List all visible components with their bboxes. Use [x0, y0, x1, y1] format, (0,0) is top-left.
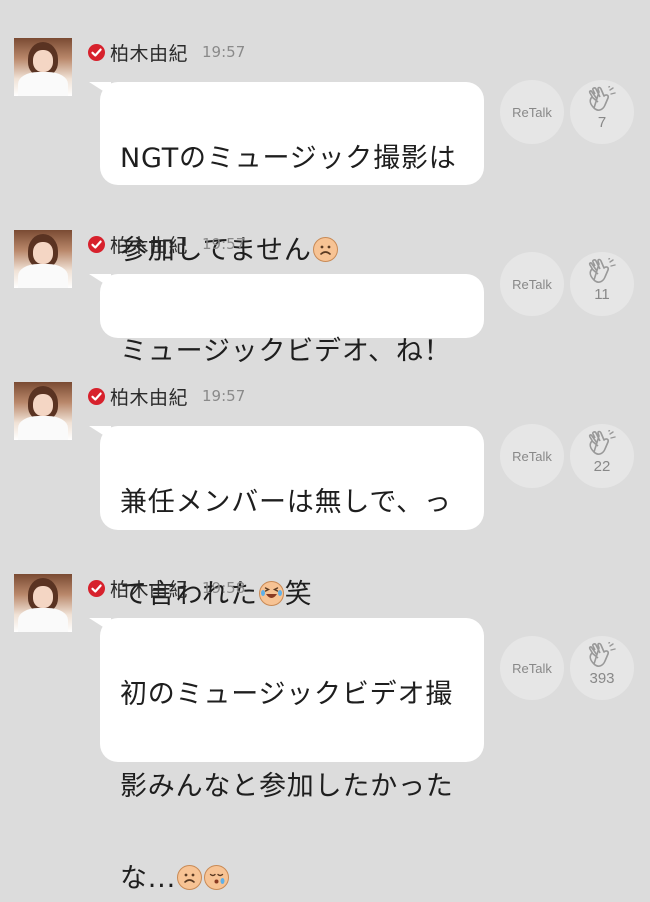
retalk-label: ReTalk [512, 448, 552, 464]
crying-face-icon [203, 865, 229, 890]
clap-button[interactable]: 11 [570, 252, 634, 316]
verified-check-icon [88, 43, 105, 61]
clap-button[interactable]: 22 [570, 424, 634, 488]
message-bubble: ミュージックビデオ、ね！ [89, 274, 484, 367]
clap-count: 7 [597, 114, 607, 131]
frowning-face-icon [312, 237, 338, 262]
clap-count: 393 [589, 670, 615, 687]
retalk-label: ReTalk [512, 104, 552, 120]
avatar[interactable] [14, 38, 72, 96]
verified-check-icon [88, 579, 105, 597]
message-text-line: 影みんなと参加したかった [120, 771, 454, 802]
frowning-face-icon [176, 865, 202, 890]
retalk-button[interactable]: ReTalk [500, 80, 564, 144]
message-header: 柏木由紀 19:57 [88, 231, 245, 257]
clap-icon [588, 430, 616, 455]
message-text-line: 笑 [284, 579, 313, 610]
retalk-button[interactable]: ReTalk [500, 636, 564, 700]
avatar[interactable] [14, 574, 72, 632]
clap-icon [588, 258, 616, 283]
message-bubble: 兼任メンバーは無しで、っ て言われた笑 [89, 426, 484, 610]
author-name: 柏木由紀 [110, 578, 189, 601]
timestamp: 19:57 [202, 43, 246, 61]
clap-button[interactable]: 393 [570, 636, 634, 700]
timestamp: 19:57 [202, 235, 246, 253]
clap-icon [588, 642, 616, 667]
message-header: 柏木由紀 19:58 [88, 575, 245, 601]
author-name: 柏木由紀 [110, 42, 189, 65]
retalk-button[interactable]: ReTalk [500, 252, 564, 316]
message-header: 柏木由紀 19:57 [88, 39, 245, 65]
timestamp: 19:58 [202, 579, 246, 597]
avatar[interactable] [14, 382, 72, 440]
message-header: 柏木由紀 19:57 [88, 383, 245, 409]
author-name: 柏木由紀 [110, 386, 189, 409]
retalk-label: ReTalk [512, 276, 552, 292]
verified-check-icon [88, 387, 105, 405]
message-bubble: NGTのミュージック撮影は 参加してません [89, 82, 484, 266]
clap-icon [588, 86, 616, 111]
retalk-label: ReTalk [512, 660, 552, 676]
message-text-line: な... [120, 863, 176, 894]
tears-of-joy-icon [258, 581, 284, 606]
message-bubble: 初のミュージックビデオ撮 影みんなと参加したかった な... [89, 618, 484, 894]
message-text-line: 初のミュージックビデオ撮 [120, 679, 454, 710]
clap-count: 22 [593, 458, 611, 475]
clap-button[interactable]: 7 [570, 80, 634, 144]
message-text-line: ミュージックビデオ、ね！ [120, 336, 452, 367]
clap-count: 11 [594, 286, 610, 303]
message-text-line: 兼任メンバーは無しで、っ [120, 487, 452, 518]
retalk-button[interactable]: ReTalk [500, 424, 564, 488]
author-name: 柏木由紀 [110, 234, 189, 257]
timestamp: 19:57 [202, 387, 246, 405]
message-text-line: NGTのミュージック撮影は [120, 143, 457, 174]
avatar[interactable] [14, 230, 72, 288]
verified-check-icon [88, 235, 105, 253]
